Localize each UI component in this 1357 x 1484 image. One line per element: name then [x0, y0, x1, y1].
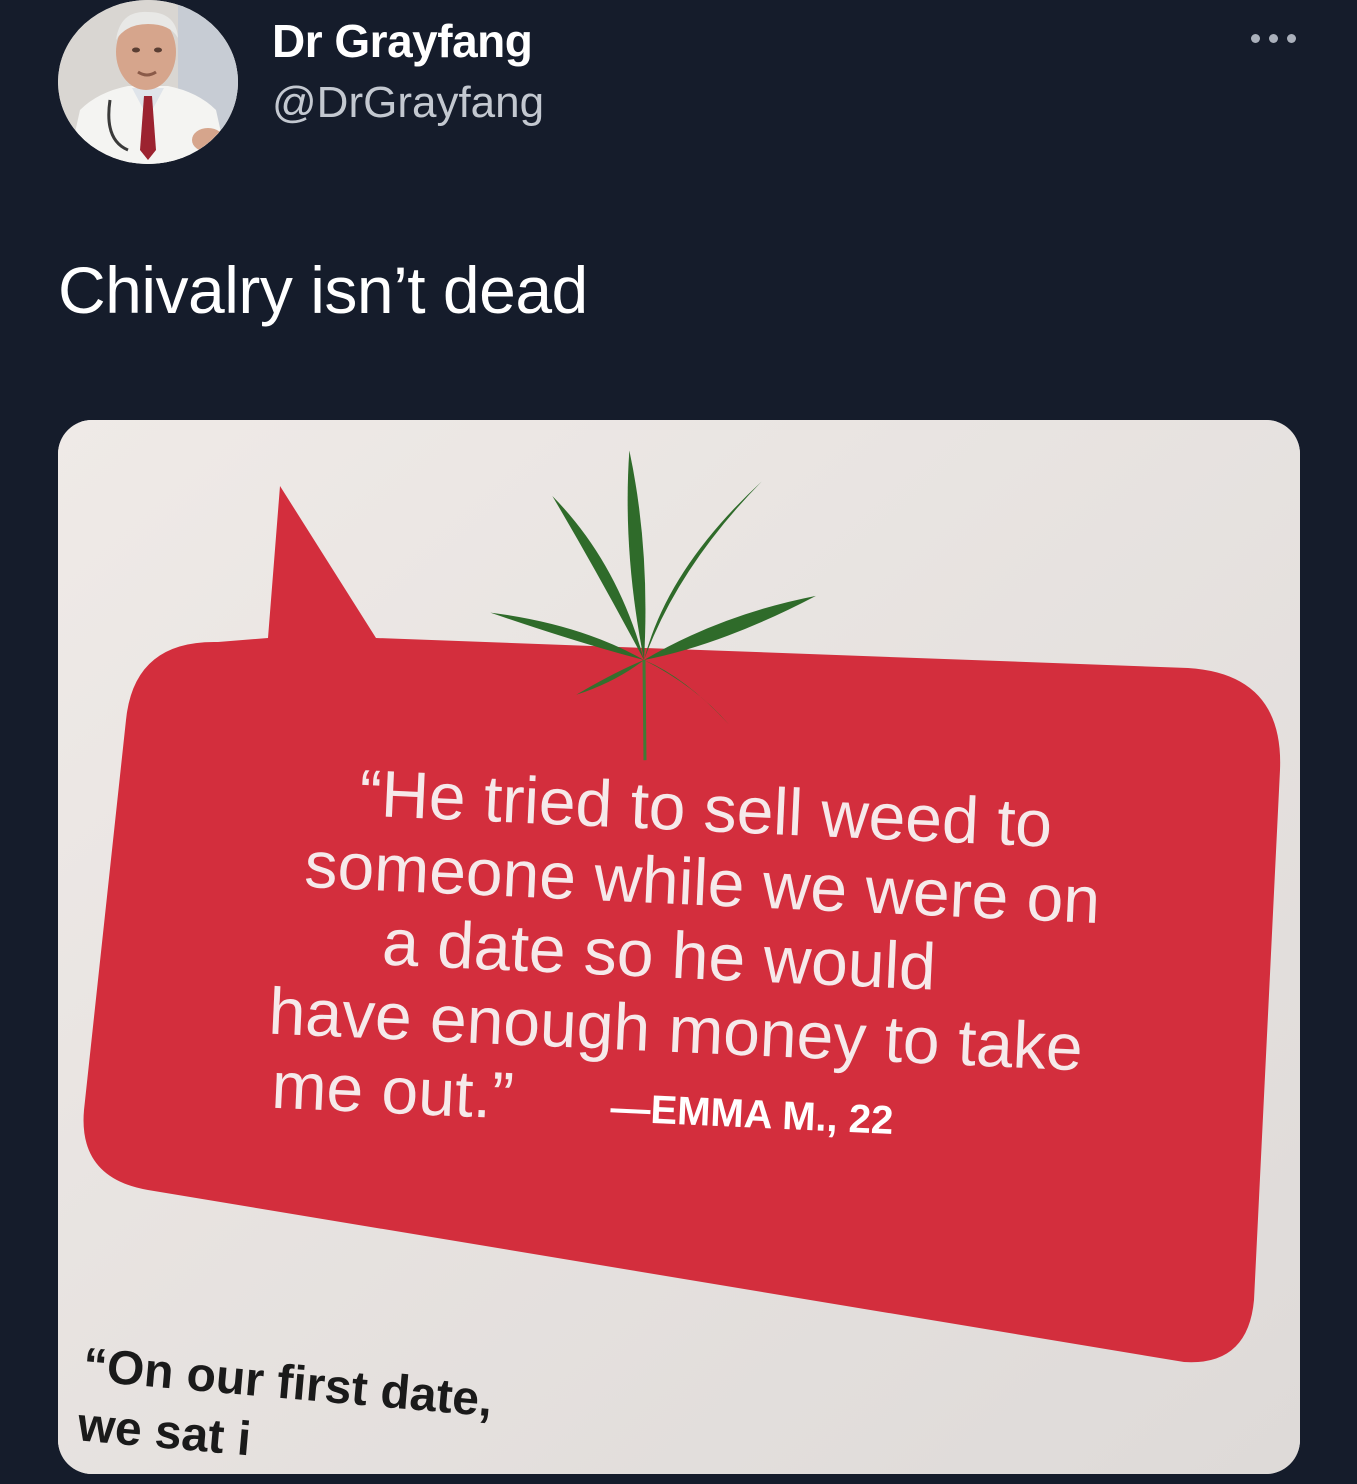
more-dot [1268, 33, 1278, 43]
more-dot [1286, 33, 1296, 43]
avatar[interactable] [58, 0, 238, 164]
more-dot [1250, 33, 1260, 43]
user-handle[interactable]: @DrGrayfang [272, 78, 544, 128]
quote-line: me out.” [270, 1048, 515, 1133]
more-options-icon[interactable] [1237, 18, 1309, 58]
tweet-media-image[interactable]: “He tried to sell weed to someone while … [58, 420, 1300, 1474]
tweet: Dr Grayfang @DrGrayfang Chivalry isn’t d… [0, 0, 1357, 1484]
tweet-text: Chivalry isn’t dead [58, 253, 588, 327]
display-name[interactable]: Dr Grayfang [272, 14, 533, 68]
